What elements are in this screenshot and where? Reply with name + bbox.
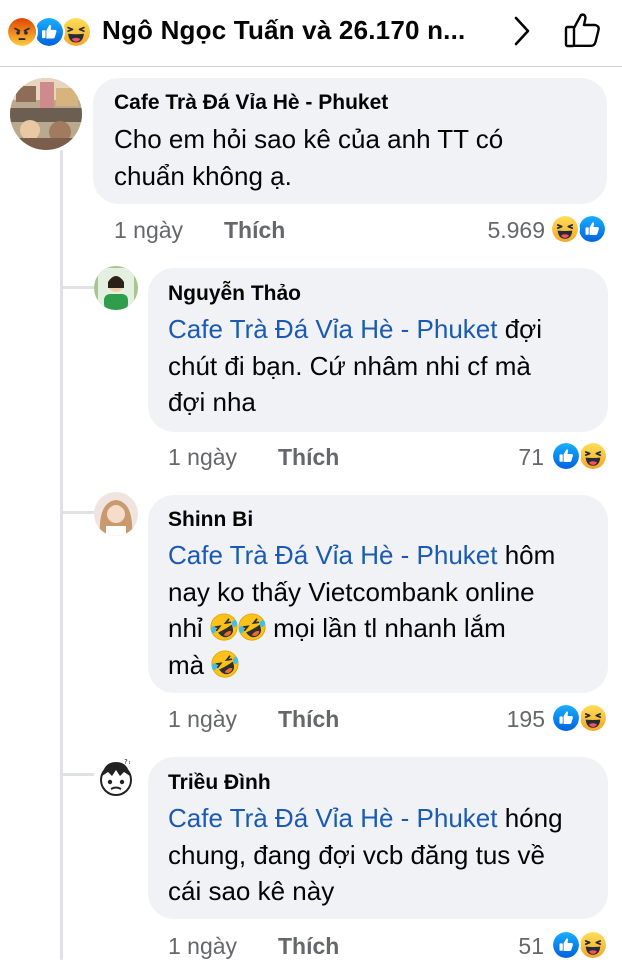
avatar[interactable]: ?? — [94, 756, 138, 800]
haha-icon — [578, 930, 608, 960]
avatar[interactable] — [94, 266, 138, 310]
reactions-summary-title[interactable]: Ngô Ngọc Tuấn và 26.170 n... — [102, 15, 465, 46]
chevron-right-icon[interactable] — [508, 12, 536, 50]
thread-connector — [60, 511, 94, 514]
rofl-emoji-icon — [211, 650, 239, 678]
reply-time[interactable]: 1 ngày — [168, 444, 237, 471]
haha-icon — [578, 703, 608, 733]
thread-connector — [60, 286, 94, 289]
reply-time[interactable]: 1 ngày — [168, 933, 237, 960]
rofl-emoji-icon — [210, 613, 238, 641]
reply-text: Cafe Trà Đá Vỉa Hè - Phuket đợi chút đi … — [168, 314, 542, 417]
reaction-count[interactable]: 71 — [480, 444, 544, 471]
rofl-emoji-icon — [238, 613, 266, 641]
like-button[interactable]: Thích — [278, 444, 339, 471]
mention-link[interactable]: Cafe Trà Đá Vỉa Hè - Phuket — [168, 803, 497, 833]
avatar[interactable] — [94, 492, 138, 536]
top-bar: Ngô Ngọc Tuấn và 26.170 n... — [0, 0, 622, 64]
like-button[interactable]: Thích — [278, 933, 339, 960]
reply-author[interactable]: Shinn Bi — [168, 508, 253, 532]
haha-icon — [550, 214, 580, 244]
reply-text: Cafe Trà Đá Vỉa Hè - Phuket hôm nay ko t… — [168, 540, 556, 680]
haha-icon — [578, 441, 608, 471]
header-reactions[interactable] — [6, 16, 96, 48]
like-outline-icon[interactable] — [562, 10, 604, 52]
angry-icon — [6, 16, 38, 48]
comment-text: Cho em hỏi sao kê của anh TT có chuẩn kh… — [114, 124, 504, 191]
avatar[interactable] — [10, 78, 82, 150]
like-icon — [551, 441, 581, 471]
comment-time[interactable]: 1 ngày — [114, 217, 183, 244]
reaction-count[interactable]: 195 — [470, 706, 545, 733]
reaction-count[interactable]: 5.969 — [440, 217, 545, 244]
like-icon — [551, 703, 581, 733]
svg-text:??: ?? — [124, 758, 132, 766]
reply-author[interactable]: Nguyễn Thảo — [168, 282, 301, 306]
thread-line — [60, 150, 63, 960]
mention-link[interactable]: Cafe Trà Đá Vỉa Hè - Phuket — [168, 540, 497, 570]
like-button[interactable]: Thích — [224, 217, 285, 244]
like-button[interactable]: Thích — [278, 706, 339, 733]
reaction-count[interactable]: 51 — [480, 933, 544, 960]
thread-connector — [60, 773, 94, 776]
comment-author[interactable]: Cafe Trà Đá Vỉa Hè - Phuket — [114, 91, 388, 115]
reply-text: Cafe Trà Đá Vỉa Hè - Phuket hóng chung, … — [168, 803, 563, 906]
reply-time[interactable]: 1 ngày — [168, 706, 237, 733]
like-icon — [551, 930, 581, 960]
header-divider — [0, 66, 622, 67]
like-icon — [577, 214, 607, 244]
reply-author[interactable]: Triều Đình — [168, 771, 271, 795]
mention-link[interactable]: Cafe Trà Đá Vỉa Hè - Phuket — [168, 314, 497, 344]
